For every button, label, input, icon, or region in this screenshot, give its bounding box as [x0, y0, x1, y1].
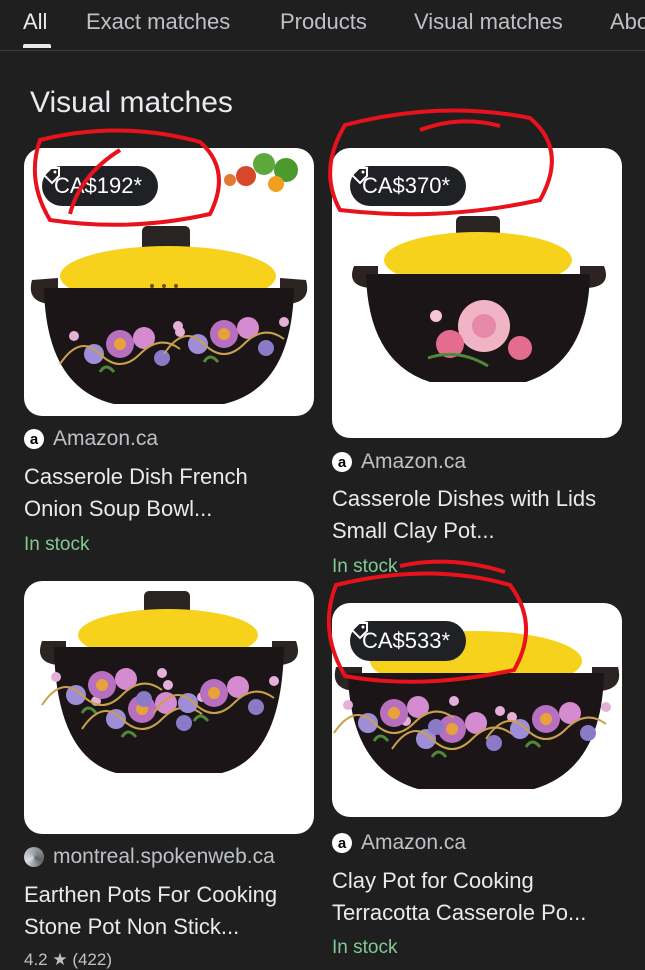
- product-source[interactable]: a Amazon.ca: [332, 831, 466, 855]
- price-tag-chip[interactable]: CA$370*: [350, 166, 467, 206]
- tab-exact-matches[interactable]: Exact matches: [86, 9, 230, 35]
- product-title[interactable]: Earthen Pots For Cooking Stone Pot Non S…: [24, 879, 309, 943]
- product-image-3[interactable]: [24, 581, 314, 834]
- product-rating: 4.2 ★ (422): [24, 950, 113, 969]
- site-favicon-icon: [24, 847, 44, 867]
- product-title[interactable]: Casserole Dishes with Lids Small Clay Po…: [332, 483, 617, 547]
- price-tag-icon: [350, 167, 368, 185]
- price-tag-icon: [350, 622, 368, 640]
- tab-all[interactable]: All: [23, 9, 47, 35]
- product-title[interactable]: Clay Pot for Cooking Terracotta Casserol…: [332, 865, 617, 929]
- price-label: CA$370*: [362, 173, 451, 198]
- stock-status: In stock: [332, 556, 398, 577]
- vegetables-decoration: [224, 153, 298, 192]
- product-image-4[interactable]: CA$533*: [332, 603, 622, 817]
- price-label: CA$533*: [362, 628, 451, 653]
- clay-pot-image: [40, 591, 298, 773]
- price-tag-chip[interactable]: CA$533*: [350, 621, 467, 661]
- tab-about[interactable]: About: [610, 9, 645, 35]
- price-tag-icon: [42, 167, 60, 185]
- active-tab-indicator: [23, 44, 51, 48]
- source-name: Amazon.ca: [361, 450, 467, 473]
- product-image-1[interactable]: CA$192*: [24, 148, 314, 416]
- source-name: montreal.spokenweb.ca: [53, 845, 275, 868]
- source-name: Amazon.ca: [53, 427, 159, 450]
- price-tag-chip[interactable]: CA$192*: [42, 166, 159, 206]
- product-source[interactable]: a Amazon.ca: [24, 427, 158, 451]
- tab-bar: All Exact matches Products Visual matche…: [0, 0, 645, 51]
- product-image-2[interactable]: CA$370*: [332, 148, 622, 438]
- amazon-icon: a: [24, 429, 44, 449]
- source-name: Amazon.ca: [361, 831, 467, 854]
- product-source[interactable]: a Amazon.ca: [332, 450, 466, 474]
- tab-visual-matches[interactable]: Visual matches: [414, 9, 563, 35]
- stock-status: In stock: [24, 534, 90, 555]
- product-source[interactable]: montreal.spokenweb.ca: [24, 845, 275, 869]
- product-title[interactable]: Casserole Dish French Onion Soup Bowl...: [24, 461, 309, 525]
- amazon-icon: a: [332, 833, 352, 853]
- price-label: CA$192*: [54, 173, 143, 198]
- section-title: Visual matches: [30, 86, 233, 119]
- stock-status: In stock: [332, 937, 398, 958]
- tab-products[interactable]: Products: [280, 9, 367, 35]
- amazon-icon: a: [332, 452, 352, 472]
